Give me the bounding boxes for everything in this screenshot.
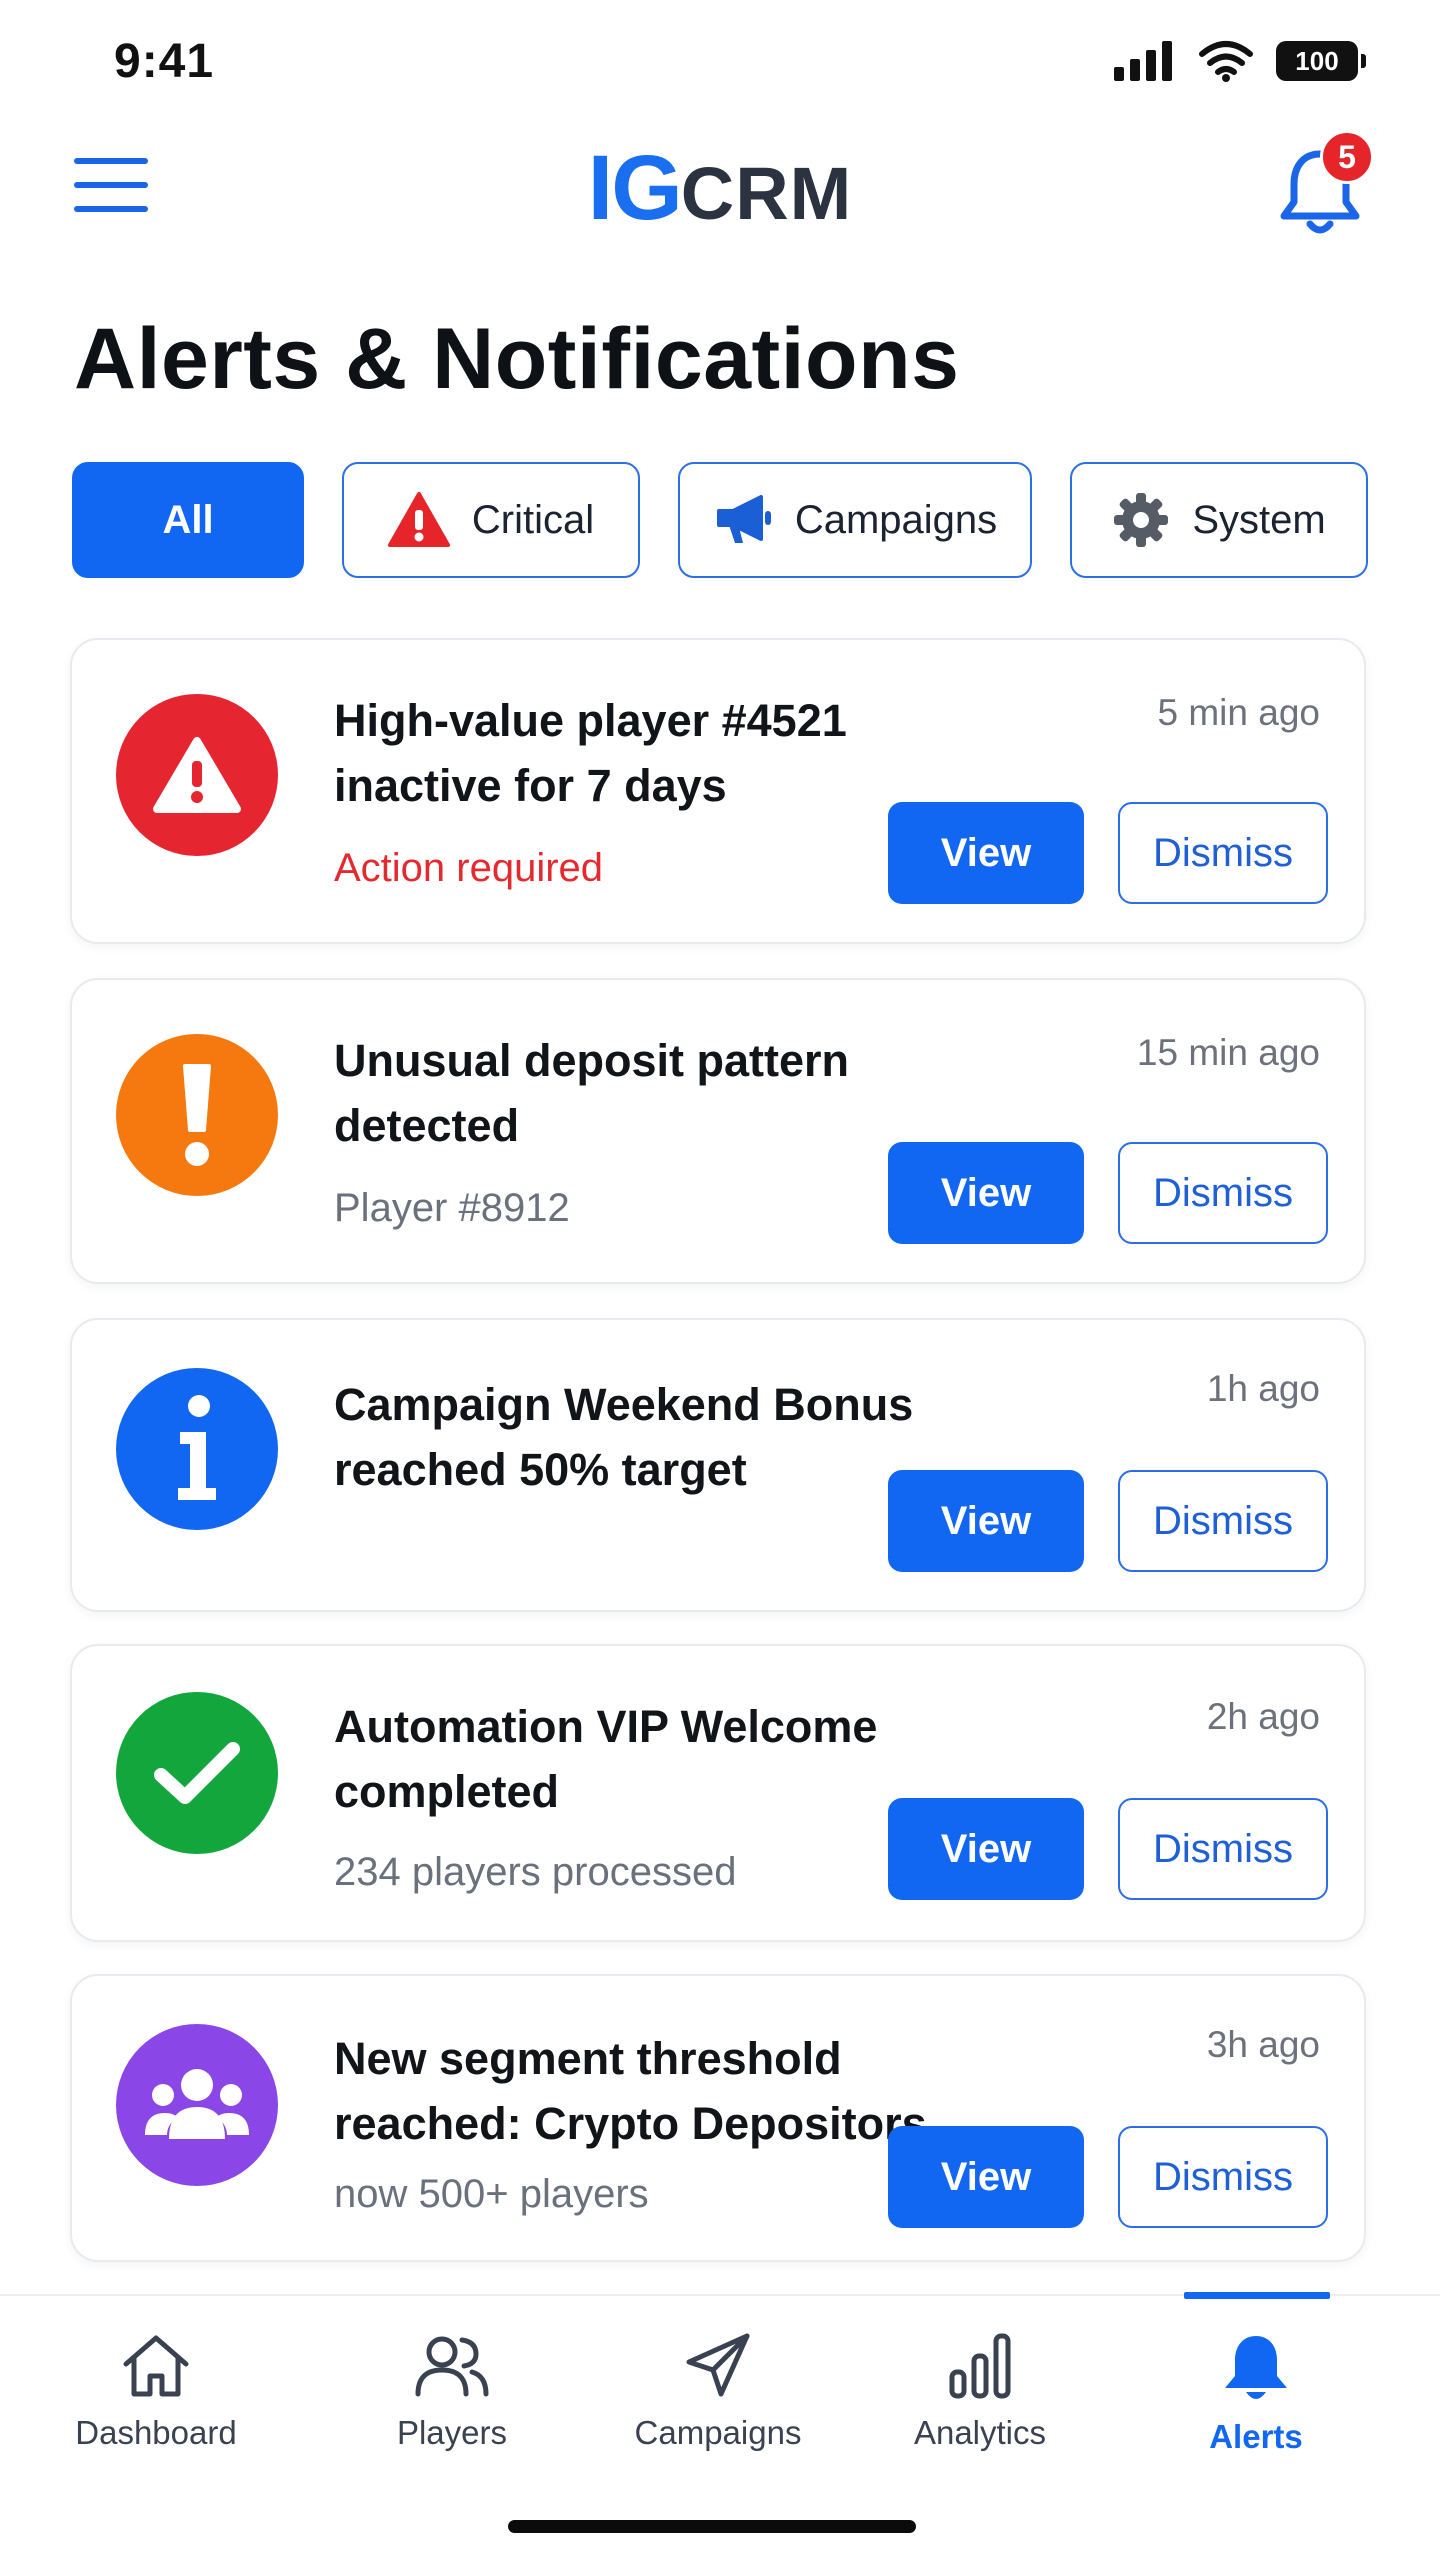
filter-system[interactable]: System xyxy=(1070,462,1368,578)
alert-card[interactable]: New segment threshold reached: Crypto De… xyxy=(70,1974,1366,2262)
nav-label: Analytics xyxy=(913,2414,1047,2451)
exclamation-icon xyxy=(183,1064,211,1166)
filter-label: System xyxy=(1192,497,1326,542)
alert-title: Unusual deposit pattern detected xyxy=(334,1035,850,1151)
view-button[interactable]: View xyxy=(888,2126,1084,2228)
status-time: 9:41 xyxy=(114,35,215,88)
wifi-icon xyxy=(1199,41,1253,82)
alert-icon-circle xyxy=(116,1368,278,1530)
dismiss-button[interactable]: Dismiss xyxy=(1118,2126,1328,2228)
nav-dashboard[interactable]: Dashboard xyxy=(46,2332,266,2482)
status-bar: 9:41 100 xyxy=(0,0,1440,120)
filter-campaigns[interactable]: Campaigns xyxy=(678,462,1032,578)
dismiss-button[interactable]: Dismiss xyxy=(1118,802,1328,904)
app-logo: IGCRM xyxy=(0,136,1440,241)
alert-icon-circle xyxy=(116,694,278,856)
home-icon xyxy=(123,2335,189,2397)
nav-analytics[interactable]: Analytics xyxy=(870,2332,1090,2482)
paper-plane-icon xyxy=(686,2333,750,2397)
nav-players[interactable]: Players xyxy=(342,2332,562,2482)
alert-time: 1h ago xyxy=(1206,1368,1320,1409)
alert-icon-circle xyxy=(116,2024,278,2186)
filter-critical[interactable]: Critical xyxy=(342,462,640,578)
alert-subtitle: 234 players processed xyxy=(334,1850,737,1894)
alert-time: 3h ago xyxy=(1206,2024,1320,2065)
alert-title: High-value player #4521 inactive for 7 d… xyxy=(334,695,847,811)
logo-crm: CRM xyxy=(680,152,853,235)
alert-time: 15 min ago xyxy=(1136,1032,1320,1073)
users-icon xyxy=(145,2069,249,2139)
bell-icon xyxy=(1225,2336,1287,2399)
bar-chart-icon xyxy=(949,2333,1011,2399)
alert-time: 2h ago xyxy=(1206,1696,1320,1737)
dismiss-button[interactable]: Dismiss xyxy=(1118,1470,1328,1572)
alert-subtitle: now 500+ players xyxy=(334,2172,649,2216)
alert-subtitle: Action required xyxy=(334,846,604,890)
info-icon xyxy=(178,1395,216,1500)
alert-card[interactable]: Unusual deposit pattern detected Player … xyxy=(70,978,1366,1284)
filter-tabs: All Critical Campaigns System xyxy=(72,462,1368,578)
nav-label: Campaigns xyxy=(634,2414,802,2451)
view-button[interactable]: View xyxy=(888,802,1084,904)
alert-card[interactable]: High-value player #4521 inactive for 7 d… xyxy=(70,638,1366,944)
view-button[interactable]: View xyxy=(888,1142,1084,1244)
notification-count-badge: 5 xyxy=(1320,130,1374,184)
nav-label: Dashboard xyxy=(75,2414,237,2451)
status-icons: 100 xyxy=(1114,40,1366,82)
nav-label: Players xyxy=(396,2414,508,2451)
dismiss-button[interactable]: Dismiss xyxy=(1118,1798,1328,1900)
alert-card[interactable]: Campaign Weekend Bonus reached 50% targe… xyxy=(70,1318,1366,1612)
alert-title: New segment threshold reached: Crypto De… xyxy=(334,2033,927,2149)
megaphone-icon xyxy=(716,495,771,543)
nav-campaigns[interactable]: Campaigns xyxy=(608,2332,828,2482)
nav-alerts[interactable]: Alerts xyxy=(1146,2332,1366,2482)
filter-label: Critical xyxy=(471,497,595,542)
view-button[interactable]: View xyxy=(888,1470,1084,1572)
gear-icon xyxy=(1114,493,1169,547)
alert-title: Campaign Weekend Bonus reached 50% targe… xyxy=(334,1379,914,1495)
logo-ig: IG xyxy=(587,137,683,239)
active-tab-indicator xyxy=(1184,2292,1330,2299)
check-icon xyxy=(154,1742,240,1804)
page-title: Alerts & Notifications xyxy=(74,311,960,407)
signal-icon xyxy=(1114,41,1172,81)
alert-icon-circle xyxy=(116,1692,278,1854)
warning-icon xyxy=(153,737,241,813)
filter-label: Campaigns xyxy=(794,497,998,542)
filter-all[interactable]: All xyxy=(72,462,304,578)
nav-label: Alerts xyxy=(1209,2418,1303,2455)
home-indicator xyxy=(508,2520,916,2533)
warning-triangle-icon xyxy=(387,492,450,547)
alert-subtitle: Player #8912 xyxy=(334,1186,570,1230)
filter-label: All xyxy=(162,497,214,542)
dismiss-button[interactable]: Dismiss xyxy=(1118,1142,1328,1244)
alert-icon-circle xyxy=(116,1034,278,1196)
view-button[interactable]: View xyxy=(888,1798,1084,1900)
alert-title: Automation VIP Welcome completed xyxy=(334,1701,878,1817)
battery-indicator: 100 xyxy=(1276,41,1366,81)
players-icon xyxy=(415,2336,489,2397)
alert-time: 5 min ago xyxy=(1157,692,1321,733)
alert-card[interactable]: Automation VIP Welcome completed 234 pla… xyxy=(70,1644,1366,1942)
app-header: IGCRM 5 xyxy=(0,120,1440,240)
